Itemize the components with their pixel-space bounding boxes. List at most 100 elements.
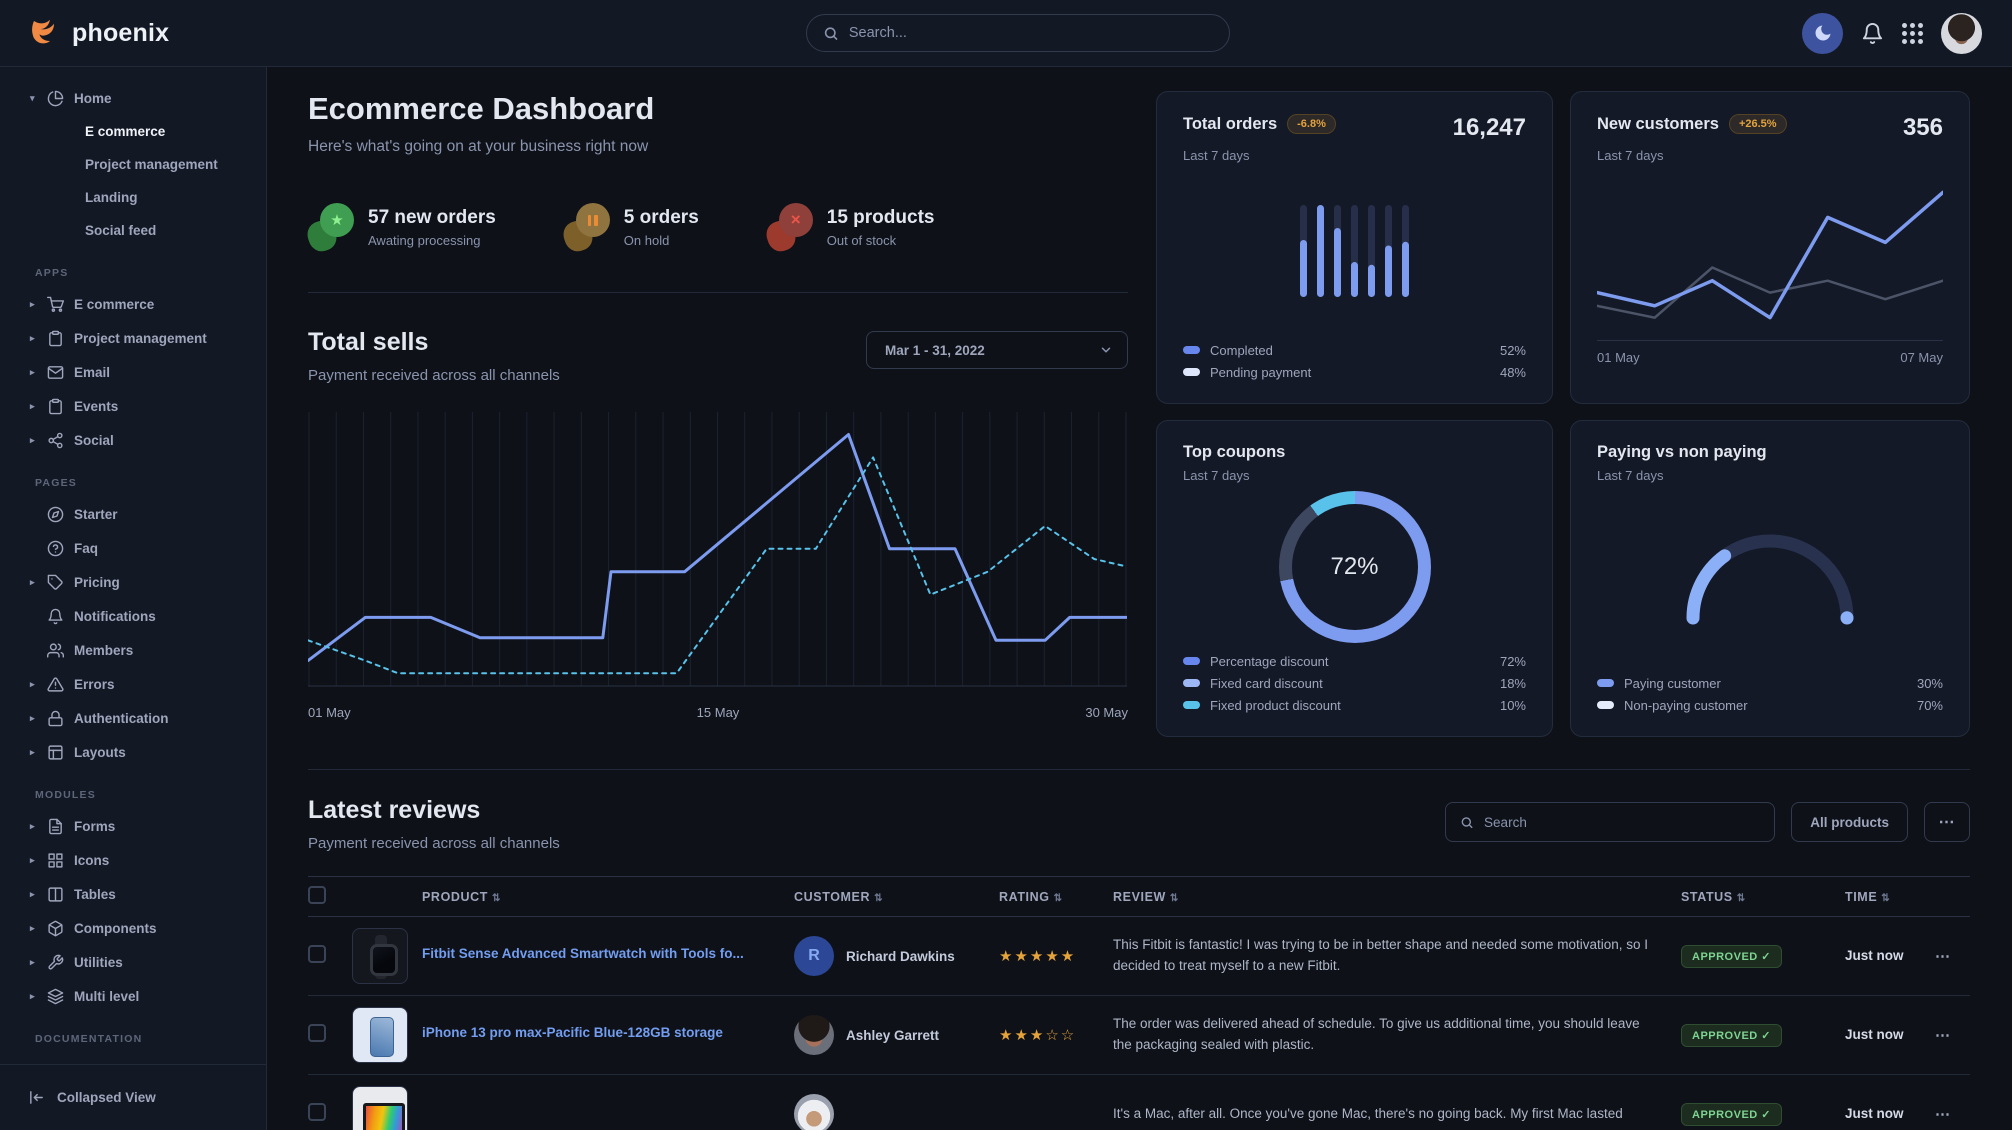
sidebar-item-project-management[interactable]: ▸Project management: [0, 321, 266, 355]
sidebar-item-label: Home: [74, 91, 112, 106]
search-input[interactable]: [849, 25, 1213, 41]
caret-right-icon: ▸: [30, 401, 47, 412]
user-avatar[interactable]: [1941, 13, 1982, 54]
legend-label: Completed: [1210, 343, 1273, 358]
sidebar-item-label: Errors: [74, 677, 115, 692]
row-checkbox[interactable]: [308, 945, 326, 963]
product-thumbnail-fitbit[interactable]: [352, 928, 408, 984]
customer-name: Richard Dawkins: [846, 949, 955, 964]
column-header-review[interactable]: REVIEW⇅: [1113, 877, 1681, 917]
sort-icon: ⇅: [492, 893, 501, 904]
users-icon: [47, 642, 64, 659]
product-link[interactable]: iPhone 13 pro max-Pacific Blue-128GB sto…: [422, 1025, 723, 1040]
sidebar-item-label: Forms: [74, 819, 115, 834]
sidebar-item-forms[interactable]: ▸ Forms: [0, 809, 266, 843]
bell-icon: [1861, 22, 1884, 45]
all-products-button[interactable]: All products: [1791, 802, 1908, 842]
reviews-more-button[interactable]: ⋯: [1924, 802, 1970, 842]
caret-right-icon: ▸: [30, 367, 47, 378]
sidebar-item-social-feed[interactable]: Social feed: [0, 214, 266, 247]
sort-icon: ⇅: [1054, 893, 1063, 904]
date-range-select[interactable]: Mar 1 - 31, 2022: [866, 331, 1128, 369]
column-header-product[interactable]: PRODUCT⇅: [422, 877, 794, 917]
navbar-actions: [1802, 13, 1982, 54]
collapse-left-icon: [28, 1089, 45, 1106]
sidebar-item-notifications[interactable]: Notifications: [0, 599, 266, 633]
global-search[interactable]: [806, 14, 1230, 52]
sidebar-item-layouts[interactable]: ▸Layouts: [0, 735, 266, 769]
collapse-sidebar-label: Collapsed View: [57, 1090, 156, 1105]
brand-name: phoenix: [72, 19, 169, 48]
pie-chart-icon: [47, 90, 64, 107]
reviews-search[interactable]: [1445, 802, 1775, 842]
sidebar-item-pricing[interactable]: ▸Pricing: [0, 565, 266, 599]
x-axis-tick: 01 May: [1597, 350, 1640, 365]
sidebar-item-starter[interactable]: Starter: [0, 497, 266, 531]
column-header-status[interactable]: STATUS⇅: [1681, 877, 1845, 917]
row-menu-button[interactable]: ⋯: [1935, 1027, 1951, 1044]
sidebar-item-label: Notifications: [74, 609, 156, 624]
product-thumbnail-iphone[interactable]: [352, 1007, 408, 1063]
row-checkbox[interactable]: [308, 1024, 326, 1042]
sidebar-item-e-commerce[interactable]: ▸E commerce: [0, 287, 266, 321]
chevron-down-icon: [1099, 343, 1113, 357]
row-menu-button[interactable]: ⋯: [1935, 948, 1951, 965]
sidebar-item-home[interactable]: ▾Home: [0, 81, 266, 115]
sidebar-item-members[interactable]: Members: [0, 633, 266, 667]
kpi-card-title: New customers: [1597, 115, 1719, 134]
nine-dots-icon: [1902, 23, 1923, 44]
brand-logo[interactable]: phoenix: [30, 17, 169, 49]
row-checkbox[interactable]: [308, 1103, 326, 1121]
theme-toggle-button[interactable]: [1802, 13, 1843, 54]
dashboard-left-column: Ecommerce Dashboard Here's what's going …: [308, 91, 1128, 737]
total-sells-header: Total sells Payment received across all …: [308, 328, 1128, 384]
sidebar-item-label: Project management: [74, 331, 207, 346]
sidebar-item-e-commerce[interactable]: E commerce: [0, 115, 266, 148]
sidebar-item-tables[interactable]: ▸Tables: [0, 877, 266, 911]
caret-right-icon: ▸: [30, 821, 47, 832]
sidebar-item-icons[interactable]: ▸Icons: [0, 843, 266, 877]
customer-avatar: [794, 1015, 834, 1055]
sidebar-item-errors[interactable]: ▸Errors: [0, 667, 266, 701]
column-header-time[interactable]: TIME⇅: [1845, 877, 1935, 917]
caret-right-icon: ▸: [30, 747, 47, 758]
sidebar-item-multi-level[interactable]: ▸Multi level: [0, 979, 266, 1013]
column-header-customer[interactable]: CUSTOMER⇅: [794, 877, 999, 917]
legend-value: 48%: [1500, 365, 1526, 380]
sidebar-item-authentication[interactable]: ▸Authentication: [0, 701, 266, 735]
sidebar-item-faq[interactable]: Faq: [0, 531, 266, 565]
collapse-sidebar-button[interactable]: Collapsed View: [0, 1064, 266, 1130]
product-thumbnail-macbook[interactable]: [352, 1086, 408, 1130]
select-all-checkbox[interactable]: [308, 886, 326, 904]
notifications-button[interactable]: [1861, 22, 1884, 45]
apps-menu-button[interactable]: [1902, 23, 1923, 44]
reviews-search-input[interactable]: [1484, 815, 1760, 830]
caret-right-icon: ▸: [30, 299, 47, 310]
legend-row: Fixed card discount18%: [1183, 672, 1526, 694]
tag-icon: [47, 574, 64, 591]
kpi-card-title: Top coupons: [1183, 443, 1285, 462]
caret-right-icon: ▸: [30, 435, 47, 446]
column-header-rating[interactable]: RATING⇅: [999, 877, 1113, 917]
sidebar-item-email[interactable]: ▸Email: [0, 355, 266, 389]
sidebar-item-label: Starter: [74, 507, 118, 522]
reviews-title: Latest reviews: [308, 796, 560, 825]
stat-count: 15 products: [827, 207, 935, 229]
review-text: It's a Mac, after all. Once you've gone …: [1113, 1104, 1681, 1125]
row-menu-button[interactable]: ⋯: [1935, 1106, 1951, 1123]
sidebar-item-social[interactable]: ▸Social: [0, 423, 266, 457]
stat-cross-icon: ×: [767, 203, 813, 251]
product-link[interactable]: Fitbit Sense Advanced Smartwatch with To…: [422, 946, 744, 961]
caret-right-icon: ▸: [30, 855, 47, 866]
stat-pause-icon: [564, 203, 610, 251]
sidebar-item-utilities[interactable]: ▸Utilities: [0, 945, 266, 979]
compass-icon: [47, 506, 64, 523]
legend-label: Non-paying customer: [1624, 698, 1748, 713]
sidebar-item-project-management[interactable]: Project management: [0, 148, 266, 181]
x-axis-tick: 15 May: [697, 705, 740, 720]
stat-count: 5 orders: [624, 207, 699, 229]
legend-row: Fixed product discount10%: [1183, 694, 1526, 716]
sidebar-item-landing[interactable]: Landing: [0, 181, 266, 214]
sidebar-item-components[interactable]: ▸Components: [0, 911, 266, 945]
sidebar-item-events[interactable]: ▸Events: [0, 389, 266, 423]
